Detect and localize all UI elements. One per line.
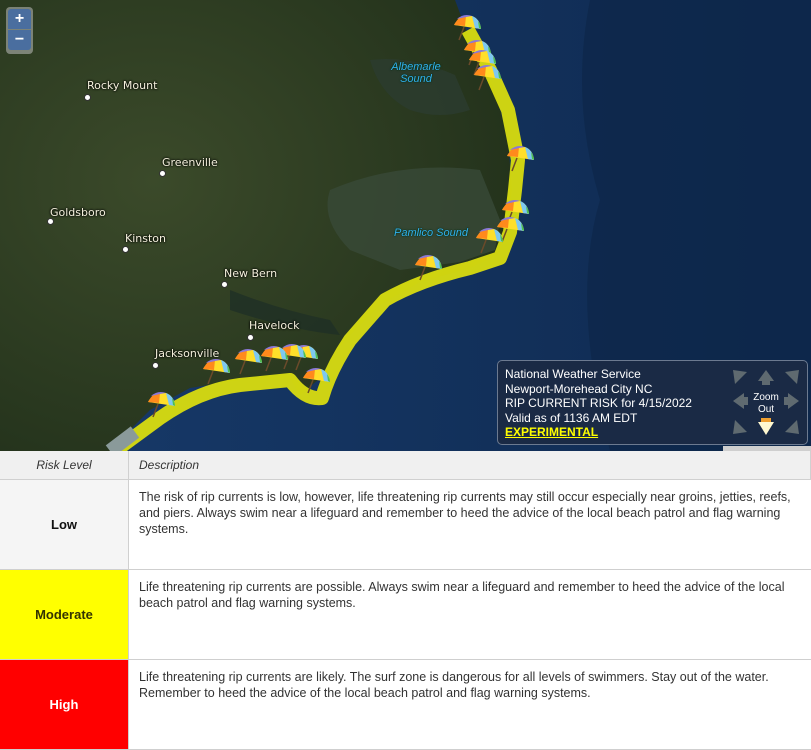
beach-umbrella-icon[interactable] — [505, 144, 535, 172]
beach-umbrella-icon[interactable] — [201, 357, 231, 385]
pan-east-arrow-icon[interactable] — [782, 391, 802, 411]
pan-west-arrow-icon[interactable] — [730, 391, 750, 411]
city-label-havelock: Havelock — [249, 319, 300, 332]
city-label-goldsboro: Goldsboro — [50, 206, 106, 219]
pan-northwest-arrow-icon[interactable] — [730, 367, 750, 387]
header-description: Description — [128, 451, 811, 480]
risk-level-high: High — [0, 659, 129, 750]
city-marker — [122, 246, 129, 253]
beach-umbrella-icon[interactable] — [413, 253, 443, 281]
risk-legend-table: Risk Level Description Low The risk of r… — [0, 451, 811, 750]
info-panel: National Weather Service Newport-Morehea… — [497, 360, 808, 445]
pan-southeast-arrow-icon[interactable] — [782, 417, 802, 437]
pan-southwest-arrow-icon[interactable] — [730, 417, 750, 437]
table-row-low: Low The risk of rip currents is low, how… — [0, 479, 811, 570]
risk-level-low: Low — [0, 479, 129, 570]
risk-description-moderate: Life threatening rip currents are possib… — [128, 569, 811, 660]
pan-south-arrow-icon[interactable] — [756, 417, 776, 437]
pan-north-arrow-icon[interactable] — [756, 367, 776, 387]
risk-description-high: Life threatening rip currents are likely… — [128, 659, 811, 750]
experimental-link[interactable]: EXPERIMENTAL — [505, 425, 692, 440]
city-marker — [84, 94, 91, 101]
water-label-albemarle-sound: Albemarle Sound — [391, 61, 441, 85]
risk-level-moderate: Moderate — [0, 569, 129, 660]
info-office-location: Newport-Morehead City NC — [505, 381, 653, 396]
city-marker — [221, 281, 228, 288]
table-row-high: High Life threatening rip currents are l… — [0, 659, 811, 750]
zoom-control: + − — [6, 7, 33, 54]
beach-umbrella-icon[interactable] — [472, 63, 502, 91]
header-risk-level: Risk Level — [0, 451, 129, 480]
city-marker — [152, 362, 159, 369]
zoom-out-button[interactable]: − — [8, 30, 31, 50]
beach-umbrella-icon[interactable] — [259, 344, 289, 372]
city-label-kinston: Kinston — [125, 232, 166, 245]
info-product-title: RIP CURRENT RISK for 4/15/2022 — [505, 396, 692, 410]
zoom-in-button[interactable]: + — [8, 9, 31, 29]
city-label-new-bern: New Bern — [224, 267, 278, 280]
city-label-greenville: Greenville — [162, 156, 218, 169]
beach-umbrella-icon[interactable] — [233, 347, 263, 375]
beach-umbrella-icon[interactable] — [146, 390, 176, 418]
city-marker — [47, 218, 54, 225]
pan-northeast-arrow-icon[interactable] — [782, 367, 802, 387]
pan-navigation: Zoom Out — [730, 367, 802, 437]
map-view[interactable]: + − Rocky Mount Greenville Goldsboro Kin… — [0, 0, 811, 451]
map-scroll-strip — [723, 446, 811, 451]
city-marker — [247, 334, 254, 341]
table-row-moderate: Moderate Life threatening rip currents a… — [0, 569, 811, 660]
city-label-rocky-mount: Rocky Mount — [87, 79, 158, 92]
beach-umbrella-icon[interactable] — [474, 226, 504, 254]
water-label-pamlico-sound: Pamlico Sound — [394, 227, 468, 239]
city-marker — [159, 170, 166, 177]
info-valid-time: Valid as of 1136 AM EDT — [505, 410, 638, 425]
risk-description-low: The risk of rip currents is low, however… — [128, 479, 811, 570]
info-office: National Weather Service — [505, 367, 641, 381]
beach-umbrella-icon[interactable] — [452, 13, 482, 41]
zoom-out-control[interactable]: Zoom Out — [750, 392, 782, 416]
